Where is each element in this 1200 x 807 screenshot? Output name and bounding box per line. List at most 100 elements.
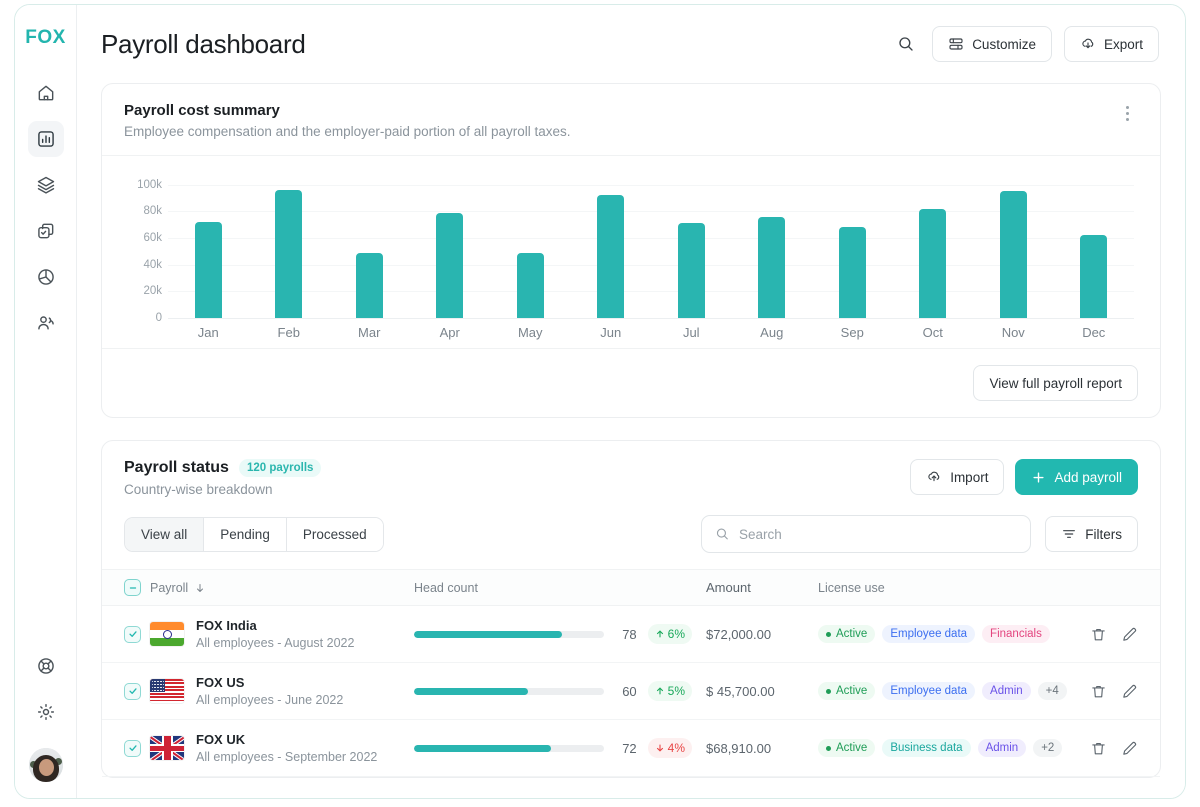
chart-bar[interactable] <box>1080 235 1107 318</box>
chart-bar[interactable] <box>436 213 463 318</box>
delete-row-button[interactable] <box>1090 683 1107 700</box>
license-use-cell: ActiveBusiness dataAdmin+2 <box>818 739 1068 757</box>
table-row[interactable]: FOX USAll employees - June 2022605%$ 45,… <box>102 663 1160 720</box>
license-tag[interactable]: +4 <box>1038 682 1067 700</box>
payroll-period: All employees - June 2022 <box>196 693 343 707</box>
sidebar-item-reports[interactable] <box>28 259 64 295</box>
license-tag[interactable]: Employee data <box>882 682 975 700</box>
chart-bar-column <box>732 178 813 318</box>
search-icon <box>715 526 730 542</box>
app-logo[interactable]: FOX <box>25 27 66 49</box>
license-tag[interactable]: Business data <box>882 739 970 757</box>
amount-cell: $72,000.00 <box>706 627 818 642</box>
column-header-payroll[interactable]: Payroll <box>150 581 414 595</box>
gear-icon <box>36 702 56 722</box>
select-all-cell <box>124 579 150 596</box>
license-use-cell: Active Employee data Financials <box>818 625 1068 643</box>
search-box[interactable] <box>701 515 1031 553</box>
license-tag[interactable]: Employee data <box>882 625 975 643</box>
chart-x-tick: May <box>490 325 571 340</box>
head-count-trend: 4% <box>648 738 692 758</box>
tasks-icon <box>36 221 56 241</box>
sidebar-bottom-group <box>15 648 76 782</box>
cost-card-menu-button[interactable] <box>1116 102 1138 124</box>
sidebar-item-layers[interactable] <box>28 167 64 203</box>
delete-row-button[interactable] <box>1090 626 1107 643</box>
edit-row-button[interactable] <box>1121 683 1138 700</box>
amount-cell: $68,910.00 <box>706 741 818 756</box>
filters-button[interactable]: Filters <box>1045 516 1138 552</box>
payroll-count-badge: 120 payrolls <box>239 459 321 477</box>
head-count-value: 72 <box>615 741 637 756</box>
chart-bar[interactable] <box>758 217 785 318</box>
uk-flag <box>150 736 184 760</box>
chart-y-tick: 20k <box>143 285 162 297</box>
cloud-upload-icon <box>926 469 942 485</box>
chart-bar[interactable] <box>678 223 705 318</box>
chart-bar[interactable] <box>1000 191 1027 318</box>
edit-row-button[interactable] <box>1121 626 1138 643</box>
status-toolbar: View allPendingProcessed Filters <box>102 511 1160 569</box>
arrow-down-icon <box>655 743 665 753</box>
license-tag[interactable]: Admin <box>982 682 1031 700</box>
column-header-payroll-label: Payroll <box>150 581 188 595</box>
table-row[interactable]: FOX IndiaAll employees - August 2022786%… <box>102 606 1160 663</box>
status-card-header: Payroll status 120 payrolls Country-wise… <box>102 441 1160 511</box>
sidebar-item-people[interactable] <box>28 305 64 341</box>
table-row[interactable]: FOX UKAll employees - September 2022724%… <box>102 720 1160 777</box>
check-icon <box>128 629 138 639</box>
chart-bar[interactable] <box>517 253 544 318</box>
chart-bar[interactable] <box>597 195 624 318</box>
sidebar-item-settings[interactable] <box>28 694 64 730</box>
select-all-checkbox[interactable] <box>124 579 141 596</box>
chart-x-axis: JanFebMarAprMayJunJulAugSepOctNovDec <box>168 325 1134 340</box>
chart-bar[interactable] <box>919 209 946 318</box>
row-checkbox[interactable] <box>124 626 141 643</box>
tab-processed[interactable]: Processed <box>287 518 383 551</box>
sidebar-item-support[interactable] <box>28 648 64 684</box>
chart-x-tick: Aug <box>732 325 813 340</box>
head-count-cell: 605% <box>414 681 706 701</box>
view-full-payroll-report-button[interactable]: View full payroll report <box>973 365 1138 401</box>
status-badge: Active <box>818 625 875 643</box>
export-label: Export <box>1104 37 1143 52</box>
payroll-cost-chart: 100k80k60k40k20k0 JanFebMarAprMayJunJulA… <box>102 156 1160 349</box>
payroll-name: FOX India <box>196 618 354 633</box>
chart-bar-column <box>329 178 410 318</box>
chart-bar[interactable] <box>839 227 866 318</box>
cloud-download-icon <box>1080 36 1096 52</box>
add-payroll-button[interactable]: Add payroll <box>1015 459 1138 495</box>
column-header-amount: Amount <box>706 580 818 595</box>
license-tag[interactable]: Financials <box>982 625 1050 643</box>
chart-bar[interactable] <box>356 253 383 318</box>
delete-row-button[interactable] <box>1090 740 1107 757</box>
chart-bar-icon <box>36 129 56 149</box>
customize-button[interactable]: Customize <box>932 26 1052 62</box>
tab-view-all[interactable]: View all <box>125 518 204 551</box>
chart-x-tick: Mar <box>329 325 410 340</box>
row-checkbox[interactable] <box>124 683 141 700</box>
payroll-cell: FOX USAll employees - June 2022 <box>150 675 414 707</box>
add-payroll-label: Add payroll <box>1054 470 1122 485</box>
license-tag[interactable]: +2 <box>1033 739 1062 757</box>
tab-pending[interactable]: Pending <box>204 518 287 551</box>
status-tabs: View allPendingProcessed <box>124 517 384 552</box>
sidebar-item-home[interactable] <box>28 75 64 111</box>
chart-bar[interactable] <box>195 222 222 318</box>
row-checkbox[interactable] <box>124 740 141 757</box>
plus-icon <box>1031 470 1046 485</box>
cost-card-header: Payroll cost summary Employee compensati… <box>102 84 1160 156</box>
sidebar-item-tasks[interactable] <box>28 213 64 249</box>
search-input[interactable] <box>739 527 1017 542</box>
head-count-progress <box>414 631 604 638</box>
chart-bar[interactable] <box>275 190 302 318</box>
edit-row-button[interactable] <box>1121 740 1138 757</box>
export-button[interactable]: Export <box>1064 26 1159 62</box>
header-search-button[interactable] <box>892 30 920 58</box>
sidebar-item-dashboard[interactable] <box>28 121 64 157</box>
import-button[interactable]: Import <box>910 459 1004 495</box>
license-tag[interactable]: Admin <box>978 739 1027 757</box>
chart-bar-column <box>1054 178 1135 318</box>
user-avatar[interactable] <box>29 748 63 782</box>
lifebuoy-icon <box>36 656 56 676</box>
